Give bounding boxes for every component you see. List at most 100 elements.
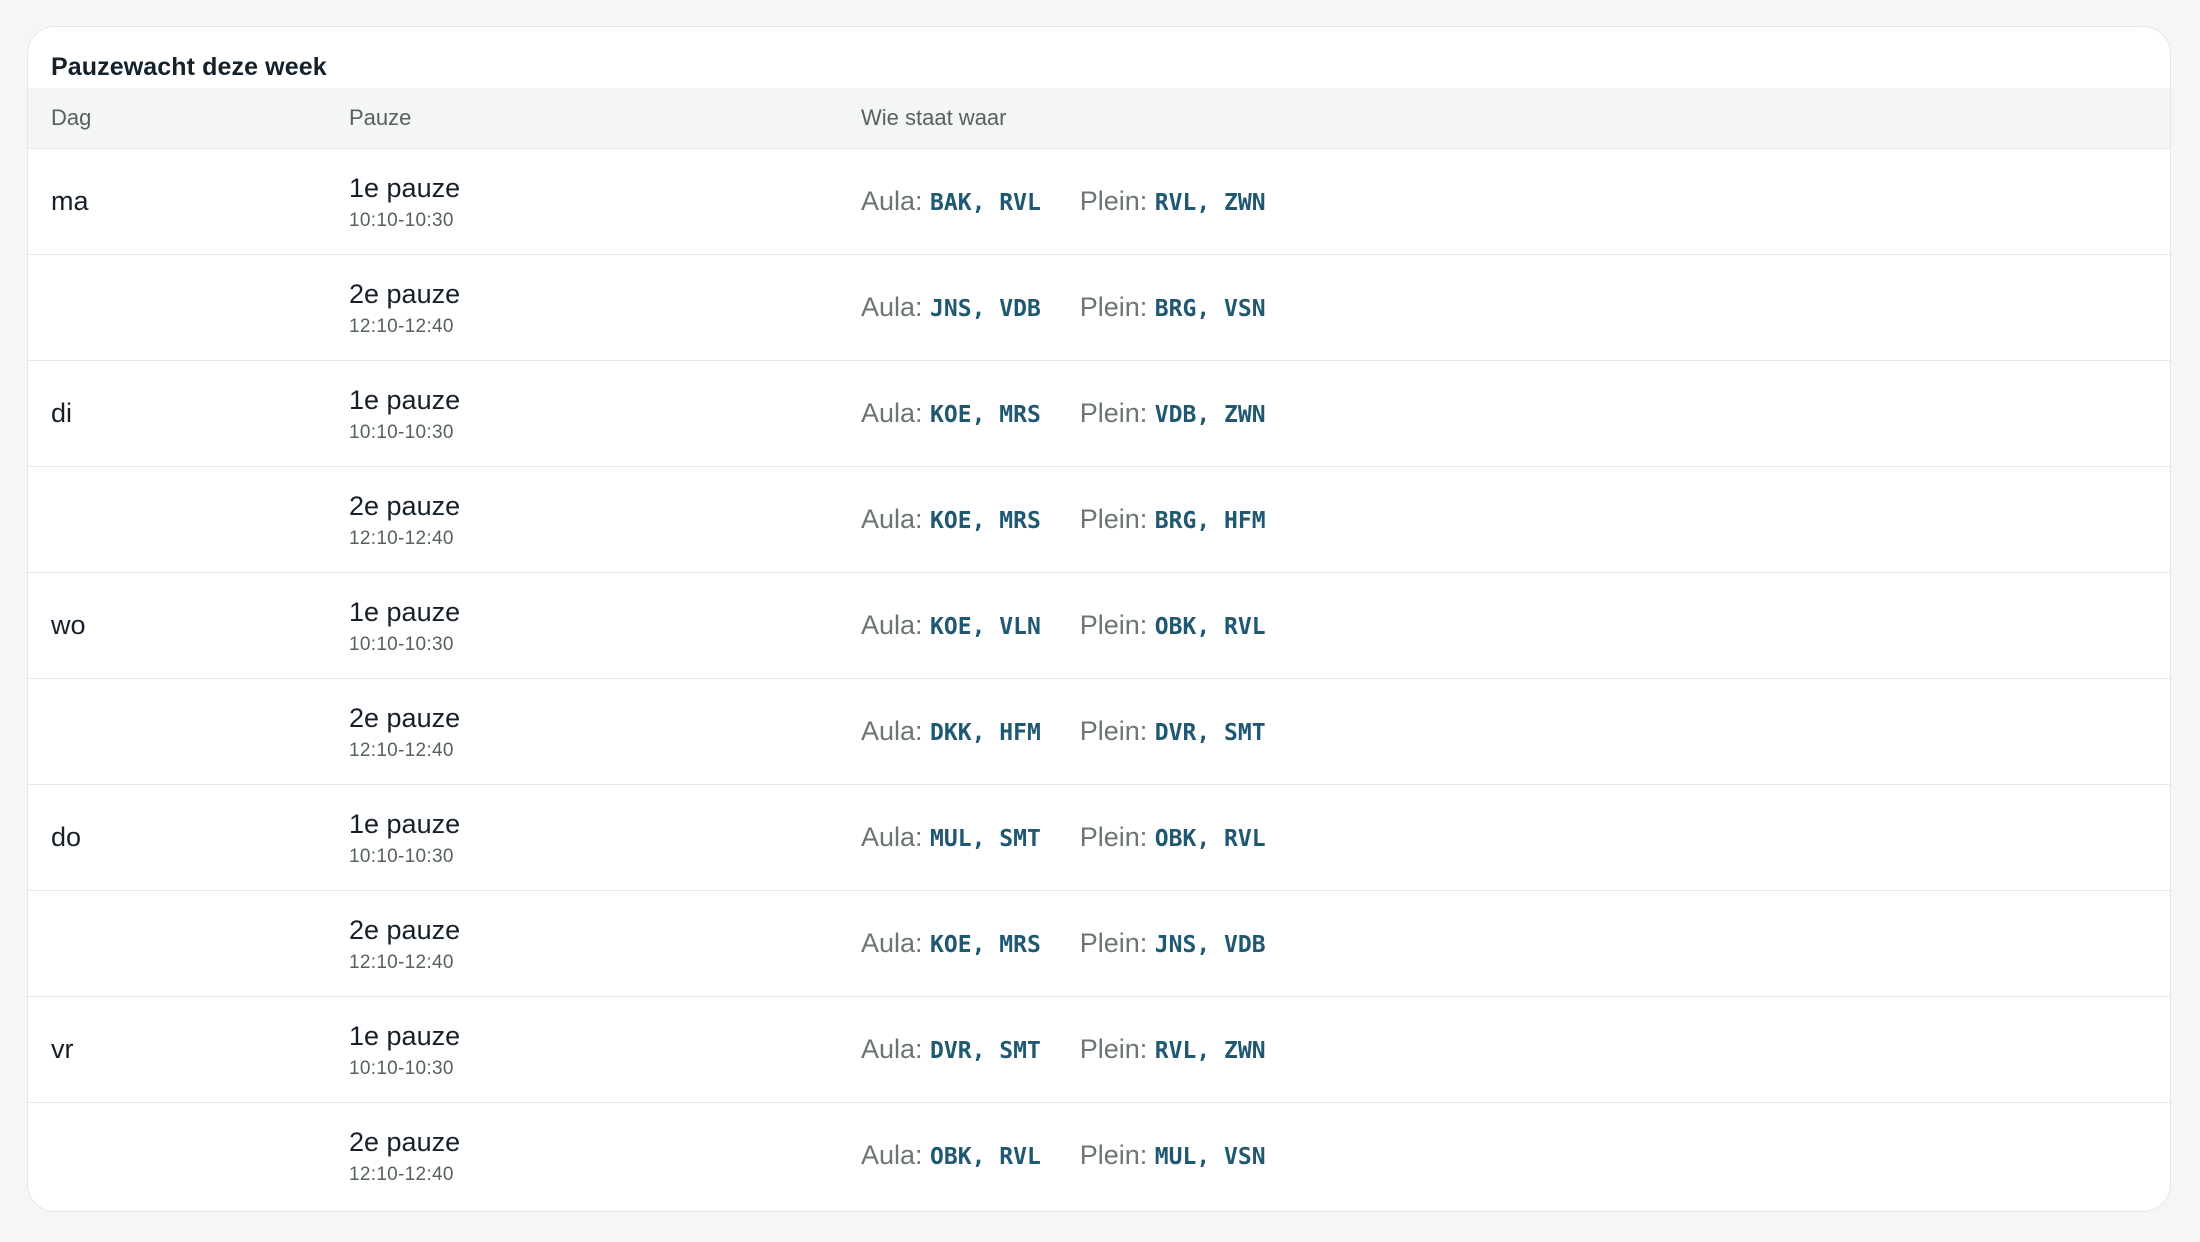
aula-label: Aula: <box>861 610 931 640</box>
pause-time: 10:10-10:30 <box>349 210 454 231</box>
aula-label: Aula: <box>861 716 931 746</box>
pause-name: 2e pauze <box>349 1127 461 1157</box>
table-row: 2e pauze 12:10-12:40 Aula: OBK, RVL Plei… <box>28 1103 2170 1209</box>
aula-staff-codes: OBK, RVL <box>930 1144 1041 1170</box>
break-duty-card: Pauzewacht deze week Dag Pauze Wie staat… <box>27 26 2171 1212</box>
pause-name: 1e pauze <box>349 597 461 627</box>
duty-cell: Aula: KOE, MRS Plein: JNS, VDB <box>861 890 2170 997</box>
duty-cell: Aula: DVR, SMT Plein: RVL, ZWN <box>861 996 2170 1103</box>
aula-staff-codes: JNS, VDB <box>930 296 1041 322</box>
plein-label: Plein: <box>1079 504 1155 534</box>
pause-time: 10:10-10:30 <box>349 846 454 867</box>
plein-label: Plein: <box>1079 398 1155 428</box>
duty-cell: Aula: KOE, VLN Plein: OBK, RVL <box>861 572 2170 679</box>
pause-name: 2e pauze <box>349 279 461 309</box>
day-cell <box>28 466 349 573</box>
table-row: 2e pauze 12:10-12:40 Aula: JNS, VDB Plei… <box>28 254 2170 361</box>
aula-staff-codes: KOE, MRS <box>930 402 1041 428</box>
pause-time: 12:10-12:40 <box>349 316 454 337</box>
card-title: Pauzewacht deze week <box>51 53 327 81</box>
aula-staff-codes: DVR, SMT <box>930 1038 1041 1064</box>
pause-name: 1e pauze <box>349 173 461 203</box>
plein-staff-codes: BRG, VSN <box>1154 296 1266 322</box>
day-cell <box>28 254 349 361</box>
table-row: do 1e pauze 10:10-10:30 Aula: MUL, SMT P… <box>28 784 2170 891</box>
pause-cell: 1e pauze 10:10-10:30 <box>349 996 861 1103</box>
plein-staff-codes: OBK, RVL <box>1154 614 1266 640</box>
aula-label: Aula: <box>861 292 931 322</box>
column-header-dag: Dag <box>28 88 349 149</box>
break-duty-table: Dag Pauze Wie staat waar ma 1e pauze 10:… <box>28 88 2170 1208</box>
pause-cell: 1e pauze 10:10-10:30 <box>349 572 861 679</box>
plein-label: Plein: <box>1079 928 1155 958</box>
pause-cell: 2e pauze 12:10-12:40 <box>349 254 861 361</box>
day-label: ma <box>51 186 89 216</box>
pause-cell: 1e pauze 10:10-10:30 <box>349 360 861 467</box>
pause-name: 2e pauze <box>349 703 461 733</box>
table-row: wo 1e pauze 10:10-10:30 Aula: KOE, VLN P… <box>28 572 2170 679</box>
table-row: ma 1e pauze 10:10-10:30 Aula: BAK, RVL P… <box>28 148 2170 255</box>
plein-staff-codes: DVR, SMT <box>1154 720 1266 746</box>
plein-label: Plein: <box>1079 822 1155 852</box>
aula-staff-codes: DKK, HFM <box>930 720 1041 746</box>
aula-label: Aula: <box>861 186 931 216</box>
day-cell <box>28 1103 349 1209</box>
plein-staff-codes: RVL, ZWN <box>1154 190 1266 216</box>
plein-staff-codes: OBK, RVL <box>1154 826 1266 852</box>
day-cell: do <box>28 784 349 891</box>
plein-staff-codes: JNS, VDB <box>1154 932 1266 958</box>
day-cell: ma <box>28 148 349 255</box>
pause-cell: 1e pauze 10:10-10:30 <box>349 784 861 891</box>
pause-time: 12:10-12:40 <box>349 1164 454 1185</box>
duty-cell: Aula: JNS, VDB Plein: BRG, VSN <box>861 254 2170 361</box>
aula-staff-codes: KOE, MRS <box>930 932 1041 958</box>
duty-cell: Aula: BAK, RVL Plein: RVL, ZWN <box>861 148 2170 255</box>
pause-name: 1e pauze <box>349 1021 461 1051</box>
table-row: 2e pauze 12:10-12:40 Aula: DKK, HFM Plei… <box>28 678 2170 785</box>
table-body: ma 1e pauze 10:10-10:30 Aula: BAK, RVL P… <box>28 148 2170 1209</box>
pause-time: 10:10-10:30 <box>349 1058 454 1079</box>
day-cell: di <box>28 360 349 467</box>
pause-time: 10:10-10:30 <box>349 634 454 655</box>
pause-name: 1e pauze <box>349 809 461 839</box>
aula-staff-codes: BAK, RVL <box>930 190 1041 216</box>
aula-label: Aula: <box>861 1034 931 1064</box>
pause-cell: 2e pauze 12:10-12:40 <box>349 466 861 573</box>
table-row: vr 1e pauze 10:10-10:30 Aula: DVR, SMT P… <box>28 996 2170 1103</box>
plein-staff-codes: RVL, ZWN <box>1154 1038 1266 1064</box>
day-label: wo <box>51 610 86 640</box>
pause-name: 2e pauze <box>349 915 461 945</box>
duty-cell: Aula: OBK, RVL Plein: MUL, VSN <box>861 1103 2170 1209</box>
table-row: 2e pauze 12:10-12:40 Aula: KOE, MRS Plei… <box>28 466 2170 573</box>
aula-label: Aula: <box>861 822 931 852</box>
column-header-wie: Wie staat waar <box>861 88 2170 149</box>
day-label: di <box>51 398 73 428</box>
pause-time: 10:10-10:30 <box>349 422 454 443</box>
table-row: di 1e pauze 10:10-10:30 Aula: KOE, MRS P… <box>28 360 2170 467</box>
plein-label: Plein: <box>1079 716 1155 746</box>
pause-name: 2e pauze <box>349 491 461 521</box>
pause-cell: 2e pauze 12:10-12:40 <box>349 890 861 997</box>
day-cell <box>28 678 349 785</box>
plein-staff-codes: VDB, ZWN <box>1154 402 1266 428</box>
duty-cell: Aula: KOE, MRS Plein: VDB, ZWN <box>861 360 2170 467</box>
pause-name: 1e pauze <box>349 385 461 415</box>
plein-label: Plein: <box>1079 1034 1155 1064</box>
pause-time: 12:10-12:40 <box>349 740 454 761</box>
aula-label: Aula: <box>861 1140 931 1170</box>
plein-label: Plein: <box>1079 292 1155 322</box>
duty-cell: Aula: KOE, MRS Plein: BRG, HFM <box>861 466 2170 573</box>
pause-time: 12:10-12:40 <box>349 528 454 549</box>
table-row: 2e pauze 12:10-12:40 Aula: KOE, MRS Plei… <box>28 890 2170 997</box>
plein-staff-codes: BRG, HFM <box>1154 508 1266 534</box>
plein-label: Plein: <box>1079 610 1155 640</box>
aula-staff-codes: KOE, VLN <box>930 614 1041 640</box>
day-label: do <box>51 822 82 852</box>
pause-cell: 2e pauze 12:10-12:40 <box>349 678 861 785</box>
aula-staff-codes: KOE, MRS <box>930 508 1041 534</box>
pause-time: 12:10-12:40 <box>349 952 454 973</box>
plein-label: Plein: <box>1079 186 1155 216</box>
day-cell <box>28 890 349 997</box>
aula-label: Aula: <box>861 398 931 428</box>
day-cell: vr <box>28 996 349 1103</box>
